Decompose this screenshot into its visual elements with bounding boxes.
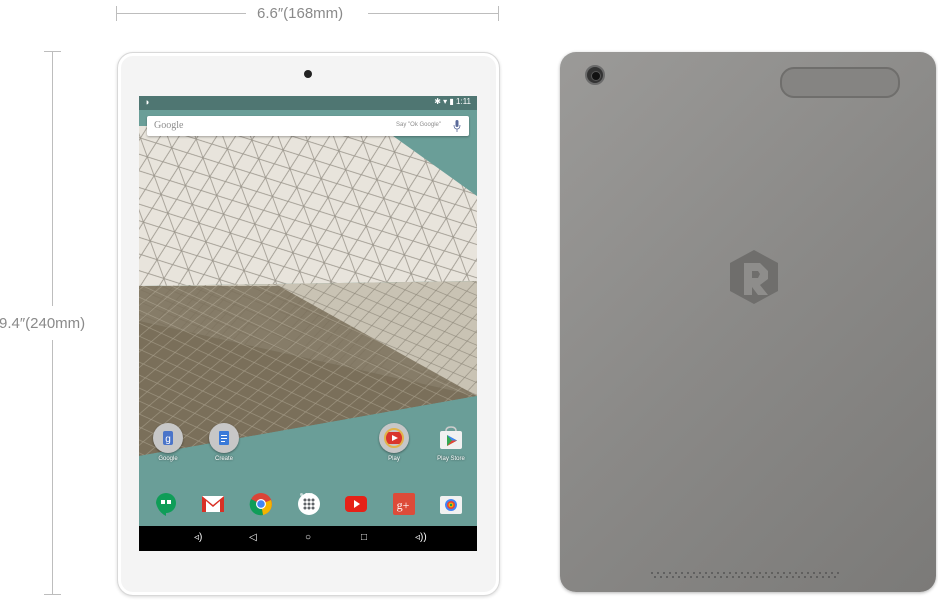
rear-camera (585, 65, 605, 85)
create-folder-icon (209, 423, 239, 453)
status-indicators: ✱ ▾ ▮ 1:11 (434, 97, 471, 106)
width-dimension-tick-left (116, 6, 117, 21)
width-dimension-line-left (116, 13, 246, 14)
app-create[interactable]: Create (199, 423, 249, 462)
height-dimension-tick-bottom (44, 594, 61, 595)
status-bar: ◑ ✱ ▾ ▮ 1:11 (139, 96, 477, 110)
volume-up-icon[interactable]: ◃)) (415, 533, 427, 543)
app-label: Create (214, 456, 233, 462)
microphone-icon[interactable] (453, 119, 461, 133)
app-google[interactable]: g Google (143, 423, 193, 462)
front-camera (304, 70, 312, 78)
brand-logo (730, 250, 778, 304)
battery-icon: ▮ (449, 97, 454, 106)
gmail-icon[interactable] (201, 492, 225, 516)
width-dimension-line-right (368, 13, 498, 14)
play-movies-icon (379, 423, 409, 453)
notification-icon: ◑ (144, 97, 150, 107)
back-icon[interactable]: ◁ (249, 533, 257, 543)
chrome-icon[interactable] (249, 492, 273, 516)
volume-down-icon[interactable]: ◃) (194, 533, 202, 543)
height-dimension-line-top (52, 51, 53, 306)
bluetooth-icon: ✱ (434, 97, 441, 106)
google-search-bar[interactable]: Google Say "Ok Google" (147, 116, 469, 136)
youtube-icon[interactable] (344, 492, 368, 516)
tablet-front: ◑ ✱ ▾ ▮ 1:11 Google Say "Ok Google" g Go… (117, 52, 500, 596)
app-label: Google (158, 456, 178, 462)
svg-text:g+: g+ (397, 498, 410, 512)
google-logo: Google (154, 120, 184, 131)
rear-camera-lens (591, 71, 601, 81)
navigation-bar: ◃) ◁ ○ □ ◃)) (139, 526, 477, 551)
app-play[interactable]: Play (369, 423, 419, 462)
wifi-icon: ▾ (443, 97, 448, 106)
tablet-screen: ◑ ✱ ▾ ▮ 1:11 Google Say "Ok Google" g Go… (139, 96, 477, 551)
camera-icon[interactable] (439, 492, 463, 516)
app-label: Play (388, 456, 400, 462)
svg-text:g: g (165, 434, 171, 445)
search-hint: Say "Ok Google" (396, 122, 441, 128)
google-folder-icon: g (153, 423, 183, 453)
tablet-back (560, 52, 936, 592)
height-dimension-label: 9.4″(240mm) (0, 315, 86, 332)
width-dimension-label: 6.6″(168mm) (257, 5, 344, 22)
google-plus-icon[interactable]: g+ (392, 492, 416, 516)
rear-badge (780, 67, 900, 98)
hangouts-icon[interactable] (154, 492, 178, 516)
status-time: 1:11 (456, 97, 471, 106)
height-dimension-line-bottom (52, 340, 53, 594)
play-store-icon (436, 423, 466, 453)
height-dimension-tick-top (44, 51, 61, 52)
speaker-grille (651, 572, 839, 578)
recents-icon[interactable]: □ (361, 533, 367, 543)
width-dimension-tick-right (498, 6, 499, 21)
home-icon[interactable]: ○ (305, 533, 311, 543)
app-play-store[interactable]: Play Store (426, 423, 476, 462)
app-label: Play Store (437, 456, 465, 462)
app-drawer-icon[interactable] (297, 492, 321, 516)
